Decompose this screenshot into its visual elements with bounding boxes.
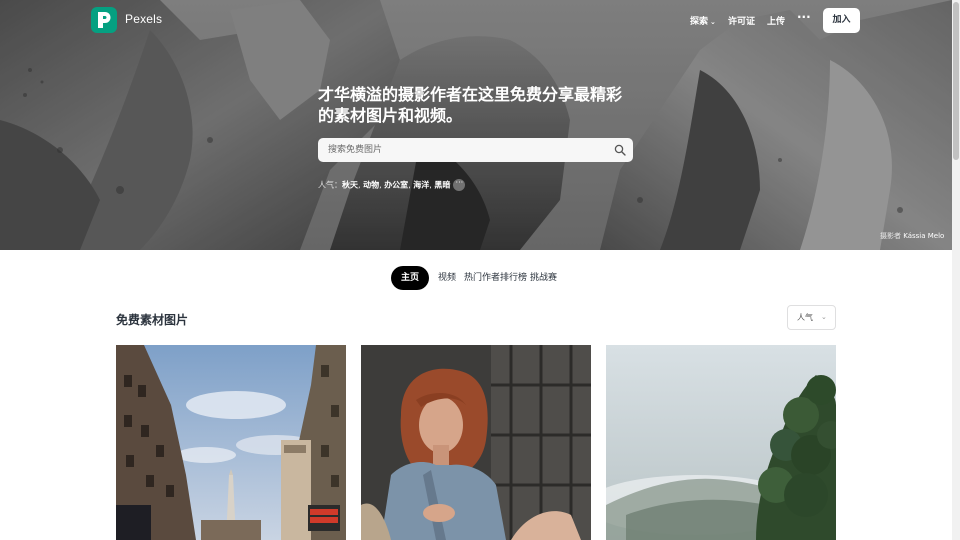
nav-license[interactable]: 许可证: [728, 14, 755, 27]
city-street-image: [116, 345, 346, 540]
nav-explore-label: 探索: [690, 17, 709, 27]
join-button[interactable]: 加入: [823, 8, 860, 33]
tab-challenges[interactable]: 挑战赛: [530, 266, 557, 290]
top-navigation-bar: Pexels 探索 ⌄ 许可证 上传 ··· 加入: [0, 0, 952, 40]
credit-prefix: 摄影者: [880, 232, 901, 240]
woman-portrait-image: [361, 345, 591, 540]
nav-upload[interactable]: 上传: [767, 14, 785, 27]
chevron-down-icon: ⌄: [710, 18, 716, 26]
logo-mark-icon: [98, 12, 111, 28]
nav-explore[interactable]: 探索 ⌄: [690, 14, 716, 27]
popular-tag[interactable]: 办公室: [384, 181, 408, 190]
scrollbar-thumb[interactable]: [953, 2, 959, 160]
misty-forest-image: [606, 345, 836, 540]
city-street-photo[interactable]: [116, 345, 346, 540]
tab-home[interactable]: 主页: [391, 266, 429, 290]
hero-headline-line2: 的素材图片和视频。: [318, 106, 463, 125]
sort-select[interactable]: 人气 ⌄: [787, 305, 836, 330]
woman-portrait-photo[interactable]: [361, 345, 591, 540]
search-bar[interactable]: [318, 138, 633, 162]
popular-tag[interactable]: 海洋: [413, 181, 429, 190]
tab-videos[interactable]: 视频: [438, 266, 456, 290]
hero-headline: 才华横溢的摄影作者在这里免费分享最精彩 的素材图片和视频。: [318, 84, 638, 126]
search-icon[interactable]: [614, 144, 626, 156]
brand-name[interactable]: Pexels: [125, 12, 162, 26]
misty-forest-photo[interactable]: [606, 345, 836, 540]
page-scrollbar[interactable]: [952, 0, 960, 540]
photo-credit[interactable]: 摄影者 Kássia Melo: [880, 231, 944, 241]
popular-label: 人气：: [318, 180, 342, 190]
section-title: 免费素材图片: [116, 313, 189, 327]
popular-searches: 人气：秋天, 动物, 办公室, 海洋, 黑暗 ···: [318, 179, 466, 191]
chevron-down-icon: ⌄: [821, 313, 827, 321]
more-menu-icon[interactable]: ···: [797, 10, 811, 24]
popular-tag[interactable]: 动物: [363, 181, 379, 190]
more-tags-button[interactable]: ···: [453, 179, 466, 191]
sort-value: 人气: [797, 313, 813, 322]
search-input[interactable]: [318, 138, 608, 162]
tab-leaderboard[interactable]: 热门作者排行榜: [464, 266, 527, 290]
hero-headline-line1: 才华横溢的摄影作者在这里免费分享最精彩: [318, 85, 623, 104]
pexels-logo[interactable]: [91, 7, 117, 33]
popular-tag[interactable]: 黑暗: [434, 181, 450, 190]
credit-name[interactable]: Kássia Melo: [903, 232, 944, 240]
popular-tag[interactable]: 秋天: [342, 181, 358, 190]
